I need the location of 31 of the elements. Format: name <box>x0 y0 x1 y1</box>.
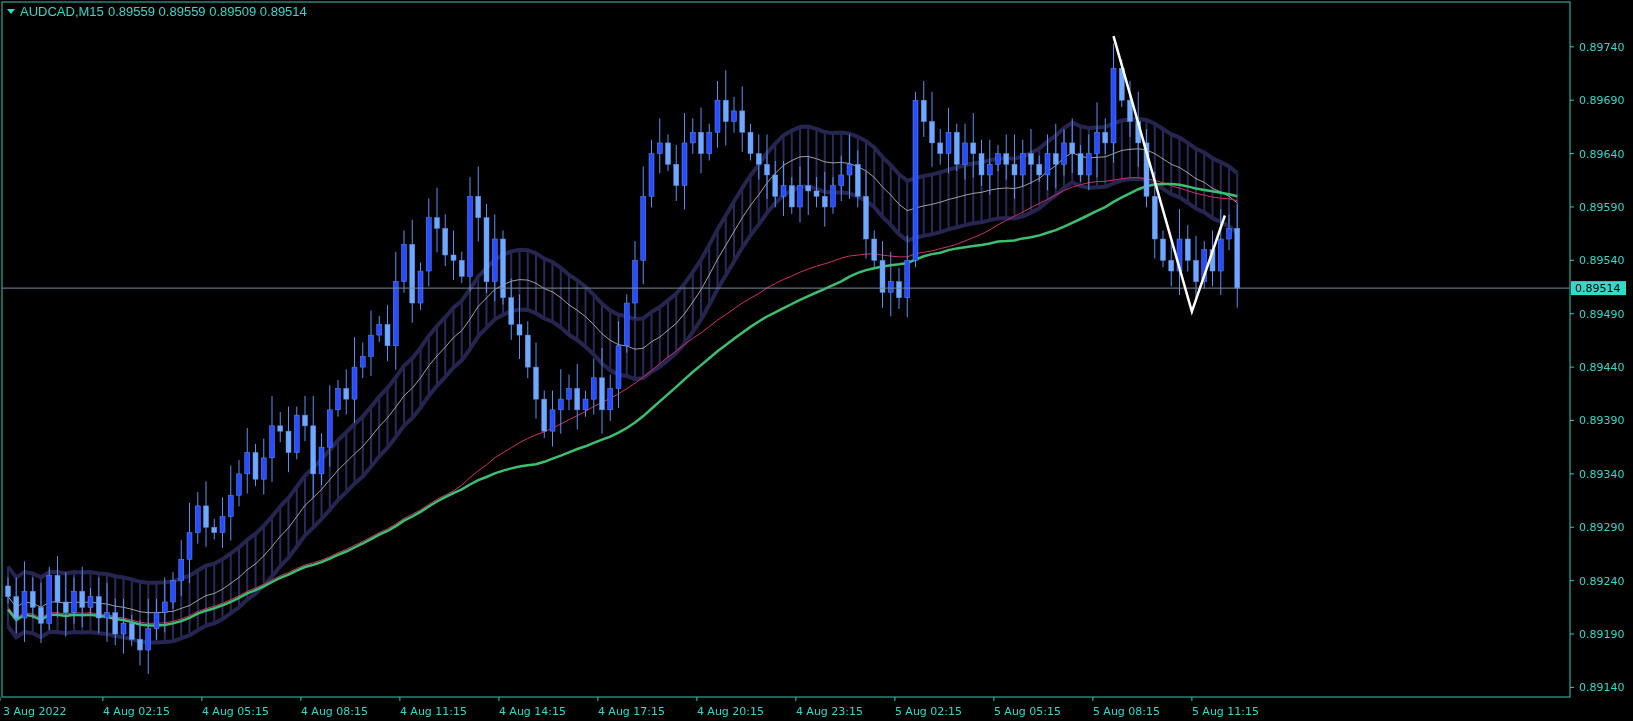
time-axis-label: 5 Aug 02:15 <box>894 705 963 718</box>
trend-line[interactable] <box>1112 35 1227 316</box>
symbol-label: AUDCAD,M15 <box>20 4 104 19</box>
price-axis-label: 0.89190 <box>1579 628 1625 641</box>
time-axis-label: 4 Aug 11:15 <box>399 705 468 718</box>
ohlc-values: 0.89559 0.89559 0.89509 0.89514 <box>108 4 307 19</box>
price-axis-label: 0.89740 <box>1579 40 1625 54</box>
price-axis-label: 0.89140 <box>1579 681 1625 695</box>
price-axis-label: 0.89640 <box>1579 147 1625 161</box>
time-axis-label: 4 Aug 05:15 <box>201 705 270 718</box>
price-axis-label: 0.89290 <box>1579 521 1625 535</box>
price-axis-label: 0.89590 <box>1579 201 1625 214</box>
price-axis-label: 0.89540 <box>1579 254 1625 268</box>
time-axis-label: 4 Aug 08:15 <box>300 705 369 718</box>
price-axis-label: 0.89440 <box>1579 361 1625 375</box>
time-axis-label: 5 Aug 11:15 <box>1191 705 1260 718</box>
price-axis-label: 0.89240 <box>1579 574 1625 588</box>
time-axis-label: 4 Aug 23:15 <box>795 705 864 718</box>
price-axis-label: 0.89390 <box>1579 414 1625 428</box>
price-axis-label: 0.89490 <box>1579 307 1625 321</box>
time-axis-label: 4 Aug 02:15 <box>102 705 171 718</box>
time-axis-label: 5 Aug 08:15 <box>1092 705 1161 718</box>
price-axis-label: 0.89340 <box>1579 467 1625 481</box>
current-price-tag: 0.89514 <box>1571 281 1626 296</box>
price-axis-label: 0.89690 <box>1579 94 1625 108</box>
dropdown-triangle-icon[interactable] <box>7 9 15 14</box>
time-axis-label: 3 Aug 2022 <box>3 705 67 718</box>
time-axis-label: 4 Aug 17:15 <box>597 705 666 718</box>
time-axis-label: 4 Aug 20:15 <box>696 705 765 718</box>
time-axis-label: 4 Aug 14:15 <box>498 705 567 718</box>
time-axis-label: 5 Aug 05:15 <box>993 705 1062 718</box>
